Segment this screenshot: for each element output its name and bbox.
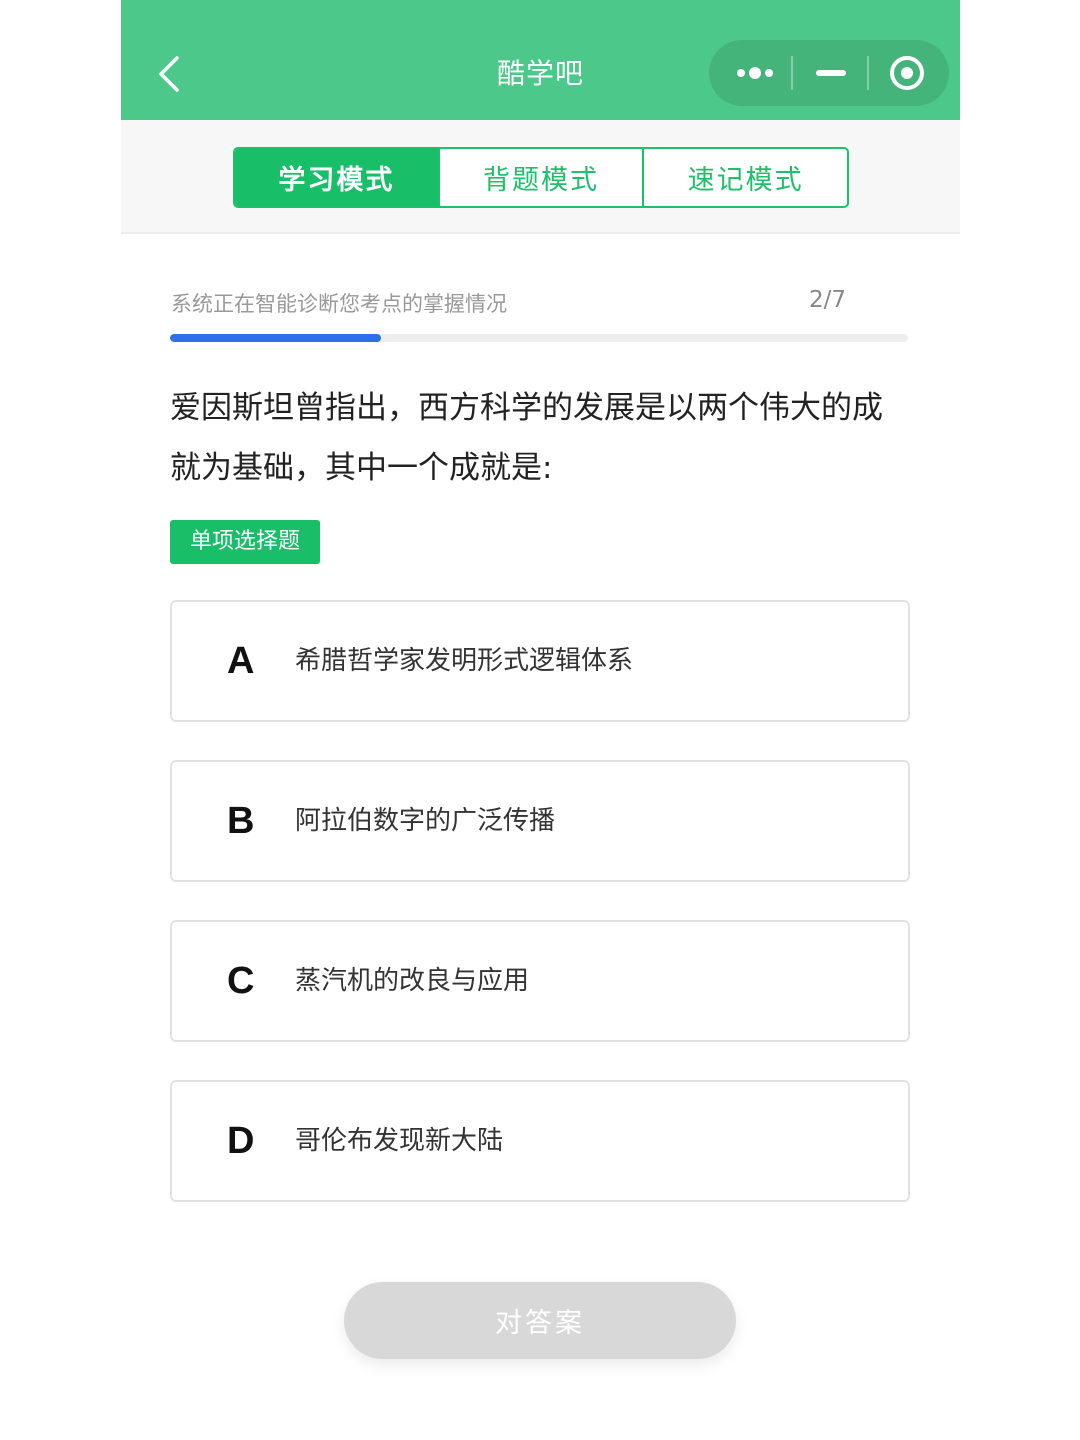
option-text: 阿拉伯数字的广泛传播 [295, 806, 556, 836]
option-text: 蒸汽机的改良与应用 [295, 966, 530, 996]
app-screen: 酷学吧 学习模式 背题模式 速记模式 系统正在智能诊断您考点的掌握情况 2/7 … [121, 0, 960, 1440]
more-button[interactable] [717, 40, 792, 106]
option-text: 哥伦布发现新大陆 [295, 1126, 504, 1156]
miniprogram-capsule [709, 40, 949, 106]
option-b[interactable]: B 阿拉伯数字的广泛传播 [170, 760, 910, 882]
question-counter: 2/7 [808, 287, 846, 313]
option-letter: A [227, 640, 255, 682]
close-target-icon [889, 56, 924, 90]
check-answer-button[interactable]: 对答案 [344, 1282, 736, 1359]
diagnosis-text: 系统正在智能诊断您考点的掌握情况 [171, 292, 507, 316]
progress-fill [170, 334, 381, 342]
mode-tabs: 学习模式 背题模式 速记模式 [233, 147, 849, 208]
option-letter: C [227, 960, 255, 1002]
tab-study-mode[interactable]: 学习模式 [235, 149, 438, 206]
option-letter: D [227, 1120, 255, 1162]
minimize-button[interactable] [793, 40, 868, 106]
more-dots-icon [736, 67, 773, 79]
option-letter: B [227, 800, 255, 842]
option-c[interactable]: C 蒸汽机的改良与应用 [170, 920, 910, 1042]
close-button[interactable] [869, 40, 944, 106]
option-a[interactable]: A 希腊哲学家发明形式逻辑体系 [170, 600, 910, 722]
question-text: 爱因斯坦曾指出，西方科学的发展是以两个伟大的成就为基础，其中一个成就是: [170, 390, 883, 486]
progress-bar [170, 334, 908, 342]
option-d[interactable]: D 哥伦布发现新大陆 [170, 1080, 910, 1202]
minimize-icon [815, 70, 846, 76]
tab-recite-mode[interactable]: 背题模式 [437, 149, 643, 206]
title-bar: 酷学吧 [121, 0, 960, 120]
option-text: 希腊哲学家发明形式逻辑体系 [295, 646, 634, 676]
question-type-badge: 单项选择题 [170, 520, 321, 564]
mode-switch-bar: 学习模式 背题模式 速记模式 [121, 120, 960, 234]
tab-quick-memo-mode[interactable]: 速记模式 [642, 149, 847, 206]
